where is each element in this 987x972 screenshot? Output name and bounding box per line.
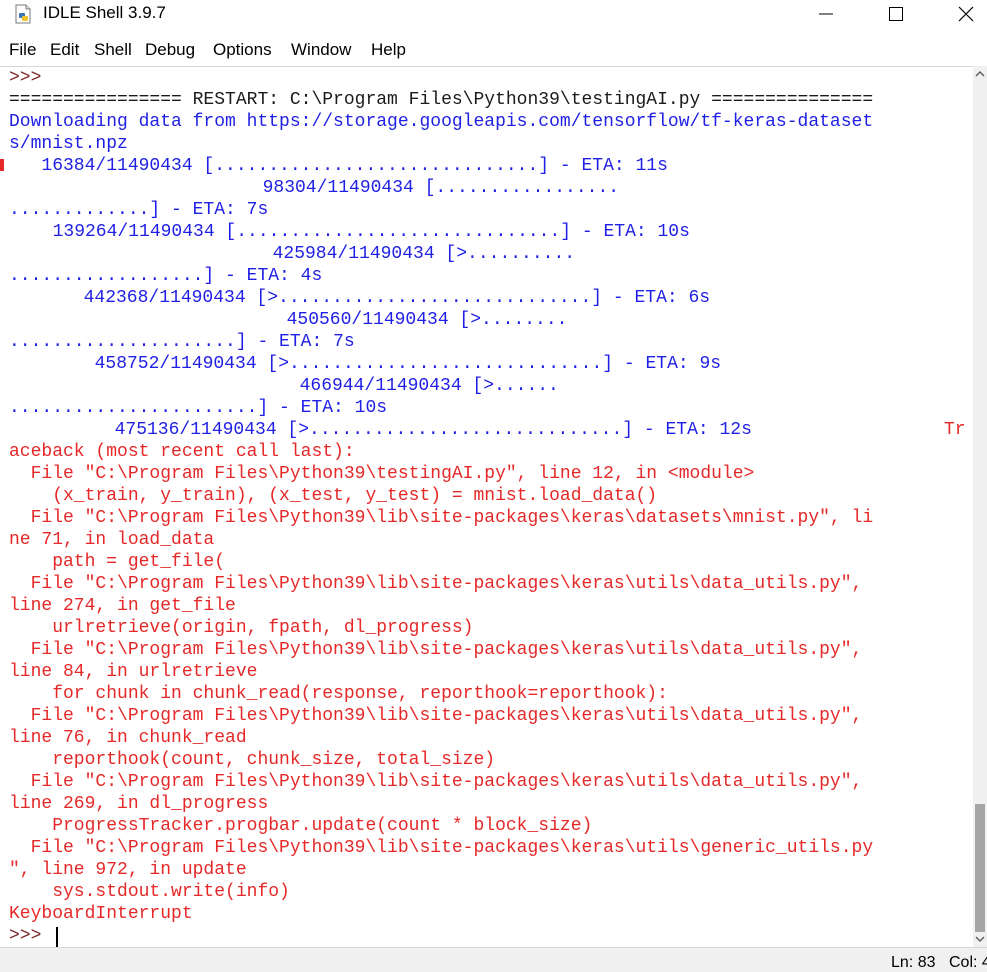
minimize-icon [819,13,833,15]
progress-line: 466944/11490434 [>...... [278,376,559,396]
traceback-line: for chunk in chunk_read(response, report… [9,684,668,704]
restart-banner: ================ RESTART: C:\Program Fil… [9,90,874,110]
traceback-line: File "C:\Program Files\Python39\lib\site… [9,508,874,528]
traceback-line: File "C:\Program Files\Python39\lib\site… [9,640,863,660]
menu-edit[interactable]: Edit [50,40,79,60]
traceback-line: (x_train, y_train), (x_test, y_test) = m… [9,486,658,506]
traceback-line: reporthook(count, chunk_size, total_size… [9,750,496,770]
progress-line: 139264/11490434 [.......................… [31,222,690,242]
status-bar: Ln: 83 Col: 4 [0,947,987,972]
traceback-line: File "C:\Program Files\Python39\lib\site… [9,838,874,858]
close-button[interactable] [943,0,987,28]
chevron-down-icon [975,936,985,943]
error-marker [0,159,4,171]
scroll-up-button[interactable] [973,66,987,82]
traceback-line: sys.stdout.write(info) [9,882,290,902]
traceback-line: line 269, in dl_progress [9,794,269,814]
progress-line: .............] - ETA: 7s [9,200,269,220]
progress-line: 16384/11490434 [........................… [9,156,668,176]
traceback-line: line 84, in urlretrieve [9,662,258,682]
scrollbar-thumb[interactable] [975,804,985,932]
traceback-line: File "C:\Program Files\Python39\lib\site… [9,772,863,792]
download-line: s/mnist.npz [9,134,128,154]
traceback-line: File "C:\Program Files\Python39\testingA… [9,464,755,484]
traceback-line: line 76, in chunk_read [9,728,247,748]
chevron-up-icon [975,70,985,77]
traceback-line: ProgressTracker.progbar.update(count * b… [9,816,593,836]
maximize-icon [889,7,903,21]
traceback-line: ", line 972, in update [9,860,247,880]
progress-line: 98304/11490434 [................. [241,178,620,198]
menu-debug[interactable]: Debug [145,40,195,60]
traceback-line: KeyboardInterrupt [9,904,193,924]
minimize-button[interactable] [803,0,849,28]
scroll-down-button[interactable] [973,931,987,947]
menu-window[interactable]: Window [291,40,351,60]
menu-help[interactable]: Help [371,40,406,60]
traceback-line: line 274, in get_file [9,596,236,616]
menu-options[interactable]: Options [213,40,272,60]
progress-line: 450560/11490434 [>........ [265,310,568,330]
menu-shell[interactable]: Shell [94,40,132,60]
progress-line: 475136/11490434 [>......................… [93,420,752,440]
progress-line: 442368/11490434 [>......................… [62,288,711,308]
traceback-line: ne 71, in load_data [9,530,215,550]
python-file-icon [13,4,35,24]
traceback-line: File "C:\Program Files\Python39\lib\site… [9,574,863,594]
menu-bar: File Edit Shell Debug Options Window Hel… [0,36,987,64]
shell-text-area[interactable]: >>> ================ RESTART: C:\Program… [0,66,973,948]
idle-shell-window: IDLE Shell 3.9.7 File Edit Shell Debug O… [0,0,987,972]
progress-line: .......................] - ETA: 10s [9,398,388,418]
title-bar[interactable]: IDLE Shell 3.9.7 [0,0,987,28]
traceback-line: urlretrieve(origin, fpath, dl_progress) [9,618,474,638]
menu-file[interactable]: File [9,40,36,60]
progress-line: ..................] - ETA: 4s [9,266,323,286]
traceback-line: File "C:\Program Files\Python39\lib\site… [9,706,863,726]
shell-prompt: >>> [9,68,42,88]
download-line: Downloading data from https://storage.go… [9,112,874,132]
column-number: Col: 4 [949,954,987,971]
text-cursor [56,927,58,947]
window-title: IDLE Shell 3.9.7 [43,3,166,22]
progress-line: 458752/11490434 [>......................… [73,354,722,374]
line-number: Ln: 83 [891,954,936,971]
maximize-button[interactable] [873,0,919,28]
traceback-line: aceback (most recent call last): [9,442,355,462]
progress-line: 425984/11490434 [>.......... [251,244,576,264]
vertical-scrollbar[interactable] [973,66,987,947]
progress-line: .....................] - ETA: 7s [9,332,355,352]
shell-prompt: >>> [9,926,42,946]
traceback-start: Tr [944,420,966,440]
traceback-line: path = get_file( [9,552,226,572]
close-icon [958,6,974,22]
